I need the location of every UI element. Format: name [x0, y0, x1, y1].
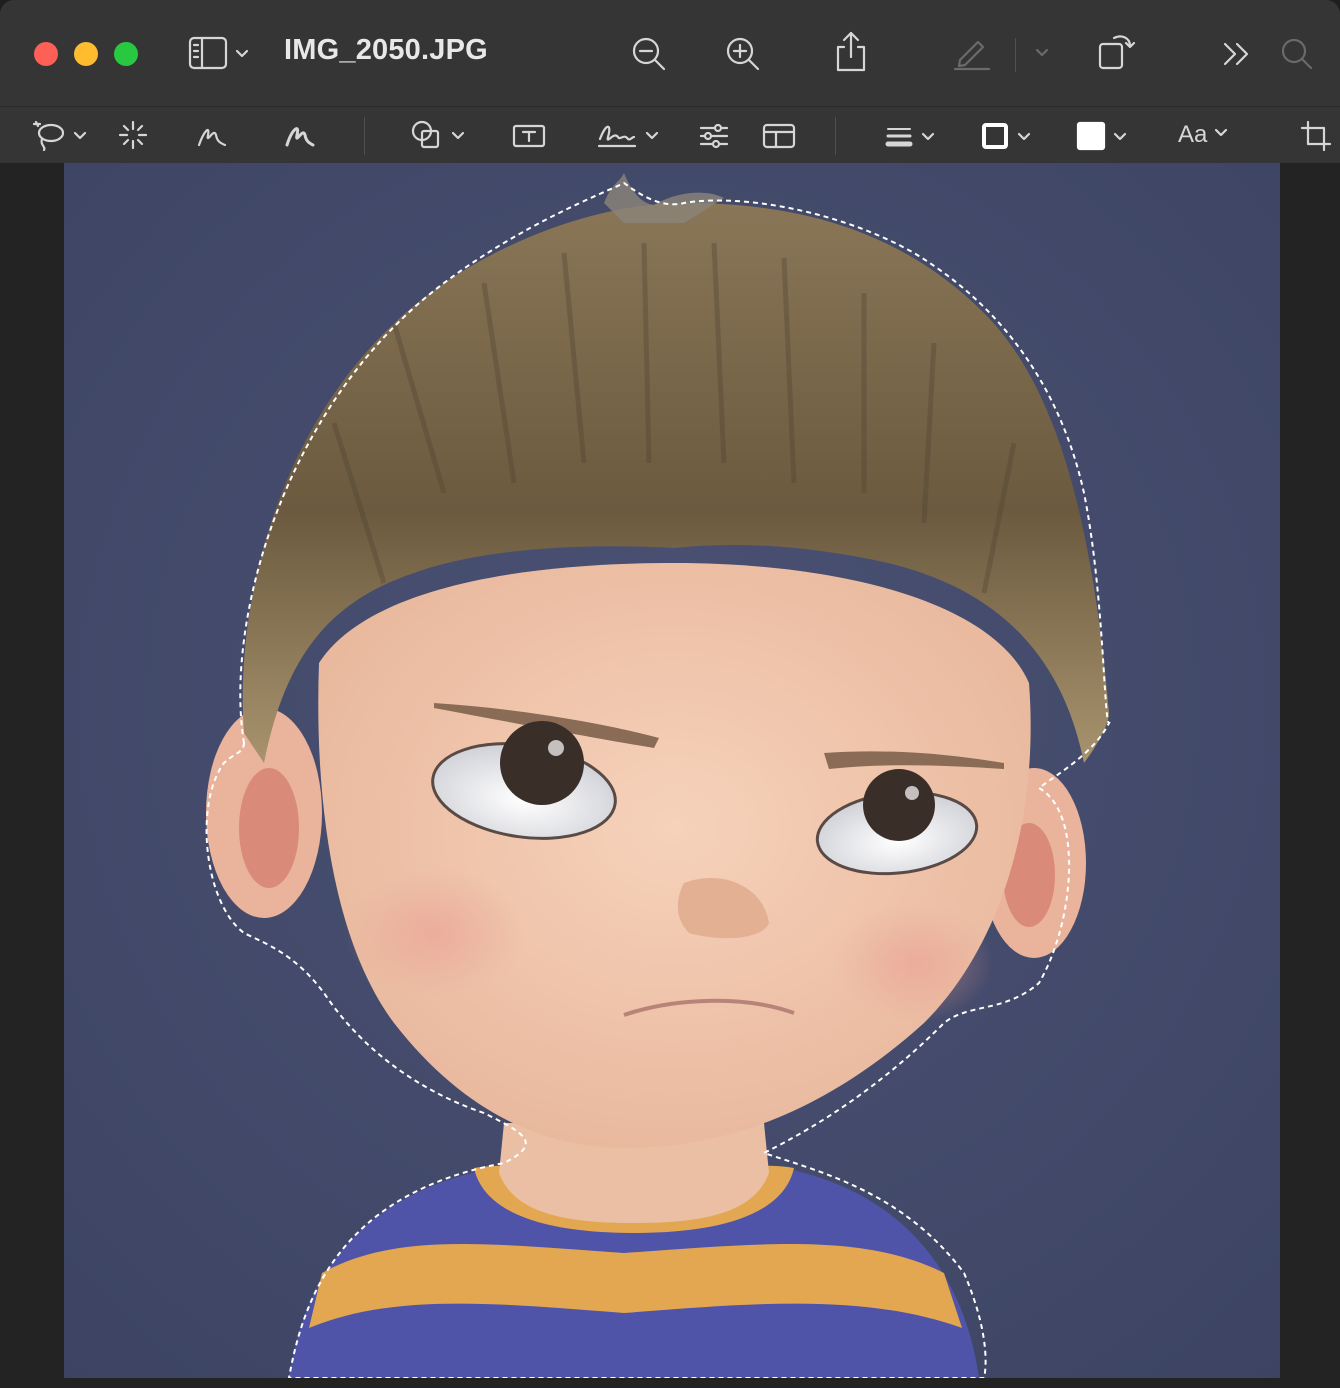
line-style-icon	[884, 121, 914, 156]
document-image[interactable]	[64, 163, 1280, 1378]
chevron-double-right-icon	[1220, 40, 1252, 73]
sketch-tool[interactable]	[196, 121, 228, 156]
markup-menu-button[interactable]	[1034, 46, 1050, 64]
left-pupil	[500, 721, 584, 805]
fill-color-icon	[1076, 121, 1106, 156]
instant-alpha-icon	[118, 120, 148, 155]
crop-tool[interactable]	[1300, 120, 1332, 157]
chevron-down-icon	[1213, 126, 1229, 144]
shapes-icon	[410, 119, 444, 156]
chevron-down-icon	[234, 47, 250, 65]
smart-lasso-tool[interactable]	[32, 119, 88, 156]
sidebar-icon	[188, 36, 228, 75]
toolbar-divider	[835, 117, 836, 155]
preview-window: IMG_2050.JPG Aa	[0, 0, 1340, 1388]
chevron-down-icon	[1034, 46, 1050, 64]
toolbar-divider	[1015, 38, 1016, 72]
right-pupil	[863, 769, 935, 841]
chevron-down-icon	[644, 129, 660, 147]
more-tools-button[interactable]	[1220, 40, 1252, 73]
smart-lasso-icon	[32, 119, 66, 156]
text-style-tool[interactable]: Aa	[1178, 121, 1229, 149]
left-ear-inner	[239, 768, 299, 888]
share-button[interactable]	[834, 30, 868, 79]
left-cheek	[344, 868, 524, 998]
chevron-down-icon	[920, 130, 936, 148]
right-eye-highlight	[905, 786, 919, 800]
adjust-color-icon	[698, 122, 730, 155]
markup-toolbar: Aa	[0, 106, 1340, 164]
adjust-color-tool[interactable]	[698, 122, 730, 155]
chevron-down-icon	[1112, 130, 1128, 148]
page-layout-icon	[762, 122, 796, 155]
page-layout-tool[interactable]	[762, 122, 796, 155]
sketch-icon	[196, 121, 228, 156]
line-style-tool[interactable]	[884, 121, 936, 156]
draw-icon	[284, 121, 316, 156]
title-bar[interactable]: IMG_2050.JPG	[0, 0, 1340, 106]
text-box-tool[interactable]	[512, 122, 546, 155]
markup-button[interactable]	[952, 32, 992, 77]
close-window-button[interactable]	[34, 42, 58, 66]
shapes-tool[interactable]	[410, 119, 466, 156]
search-button[interactable]	[1280, 37, 1314, 76]
signature-tool[interactable]	[596, 119, 660, 156]
text-box-icon	[512, 122, 546, 155]
border-color-tool[interactable]	[980, 121, 1032, 156]
crop-icon	[1300, 120, 1332, 157]
rotate-button[interactable]	[1096, 30, 1136, 77]
chevron-down-icon	[1016, 130, 1032, 148]
search-icon	[1280, 37, 1314, 76]
border-color-icon	[980, 121, 1010, 156]
sidebar-toggle-button[interactable]	[188, 36, 250, 75]
zoom-out-button[interactable]	[630, 35, 668, 78]
draw-tool[interactable]	[284, 121, 316, 156]
text-style-icon: Aa	[1178, 121, 1208, 148]
zoom-in-button[interactable]	[724, 35, 762, 78]
toolbar-divider	[364, 117, 365, 155]
fill-color-tool[interactable]	[1076, 121, 1128, 156]
zoom-in-icon	[724, 35, 762, 78]
minimize-window-button[interactable]	[74, 42, 98, 66]
right-cheek	[834, 903, 994, 1023]
pencil-icon	[952, 32, 992, 77]
chevron-down-icon	[72, 129, 88, 147]
signature-icon	[596, 119, 638, 156]
rotate-icon	[1096, 30, 1136, 77]
chevron-down-icon	[450, 129, 466, 147]
instant-alpha-tool[interactable]	[118, 120, 148, 155]
share-icon	[834, 30, 868, 79]
fullscreen-window-button[interactable]	[114, 42, 138, 66]
window-title: IMG_2050.JPG	[284, 34, 488, 66]
left-eye-highlight	[548, 740, 564, 756]
zoom-out-icon	[630, 35, 668, 78]
